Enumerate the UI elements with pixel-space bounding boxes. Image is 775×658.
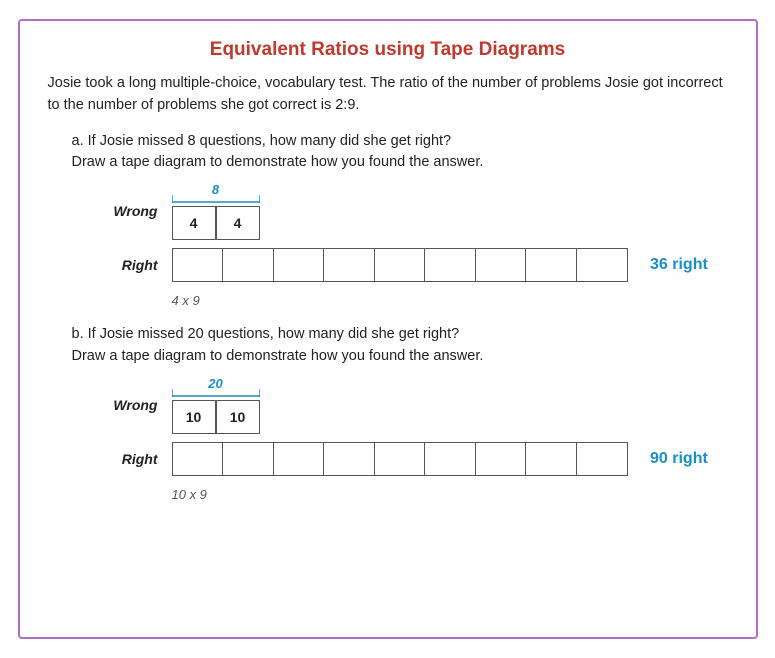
wrong-cells-a: 4 4 (172, 206, 260, 240)
right-cell-a-3 (273, 248, 325, 282)
wrong-group-b: 20 10 10 (172, 376, 260, 434)
right-cell-b-2 (222, 442, 274, 476)
wrong-label-a: Wrong (108, 203, 158, 219)
right-cell-a-5 (374, 248, 426, 282)
right-cell-a-2 (222, 248, 274, 282)
right-cell-a-9 (576, 248, 628, 282)
right-row-b: Right 90 right (108, 442, 708, 476)
section-a: a. If Josie missed 8 questions, how many… (48, 131, 728, 309)
formula-a: 4 x 9 (172, 293, 200, 308)
right-cells-b (172, 442, 627, 476)
right-cell-b-7 (475, 442, 527, 476)
wrong-row-b: Wrong 20 10 10 (108, 376, 260, 434)
right-cell-b-9 (576, 442, 628, 476)
wrong-cell-b-0: 10 (172, 400, 216, 434)
wrong-group-a: 8 4 4 (172, 182, 260, 240)
right-cell-b-5 (374, 442, 426, 476)
answer-label-a: 36 right (650, 256, 708, 274)
page-container: Equivalent Ratios using Tape Diagrams Jo… (18, 19, 758, 639)
brace-svg-b (172, 388, 260, 398)
section-b-diagram: Wrong 20 10 10 (108, 376, 728, 502)
formula-row-a: 4 x 9 (108, 293, 200, 308)
formula-b: 10 x 9 (172, 487, 207, 502)
right-cell-b-1 (172, 442, 224, 476)
section-a-diagram: Wrong 8 4 4 (108, 182, 728, 308)
right-cell-b-4 (323, 442, 375, 476)
page-title: Equivalent Ratios using Tape Diagrams (48, 39, 728, 61)
right-cell-a-4 (323, 248, 375, 282)
section-b-question: b. If Josie missed 20 questions, how man… (72, 324, 728, 368)
right-row-a: Right 36 right (108, 248, 708, 282)
wrong-cell-a-1: 4 (216, 206, 260, 240)
intro-text: Josie took a long multiple-choice, vocab… (48, 73, 728, 117)
section-b: b. If Josie missed 20 questions, how man… (48, 324, 728, 502)
right-cell-a-1 (172, 248, 224, 282)
section-a-question: a. If Josie missed 8 questions, how many… (72, 131, 728, 175)
brace-svg-a (172, 194, 260, 204)
right-cell-b-3 (273, 442, 325, 476)
wrong-row-a: Wrong 8 4 4 (108, 182, 260, 240)
wrong-cells-b: 10 10 (172, 400, 260, 434)
right-cell-a-7 (475, 248, 527, 282)
right-label-a: Right (108, 257, 158, 273)
formula-row-b: 10 x 9 (108, 487, 207, 502)
right-cell-a-6 (424, 248, 476, 282)
wrong-label-b: Wrong (108, 397, 158, 413)
right-cell-a-8 (525, 248, 577, 282)
wrong-cell-b-1: 10 (216, 400, 260, 434)
wrong-cell-a-0: 4 (172, 206, 216, 240)
right-cells-a (172, 248, 627, 282)
right-cell-b-8 (525, 442, 577, 476)
answer-label-b: 90 right (650, 450, 708, 468)
right-cell-b-6 (424, 442, 476, 476)
right-label-b: Right (108, 451, 158, 467)
